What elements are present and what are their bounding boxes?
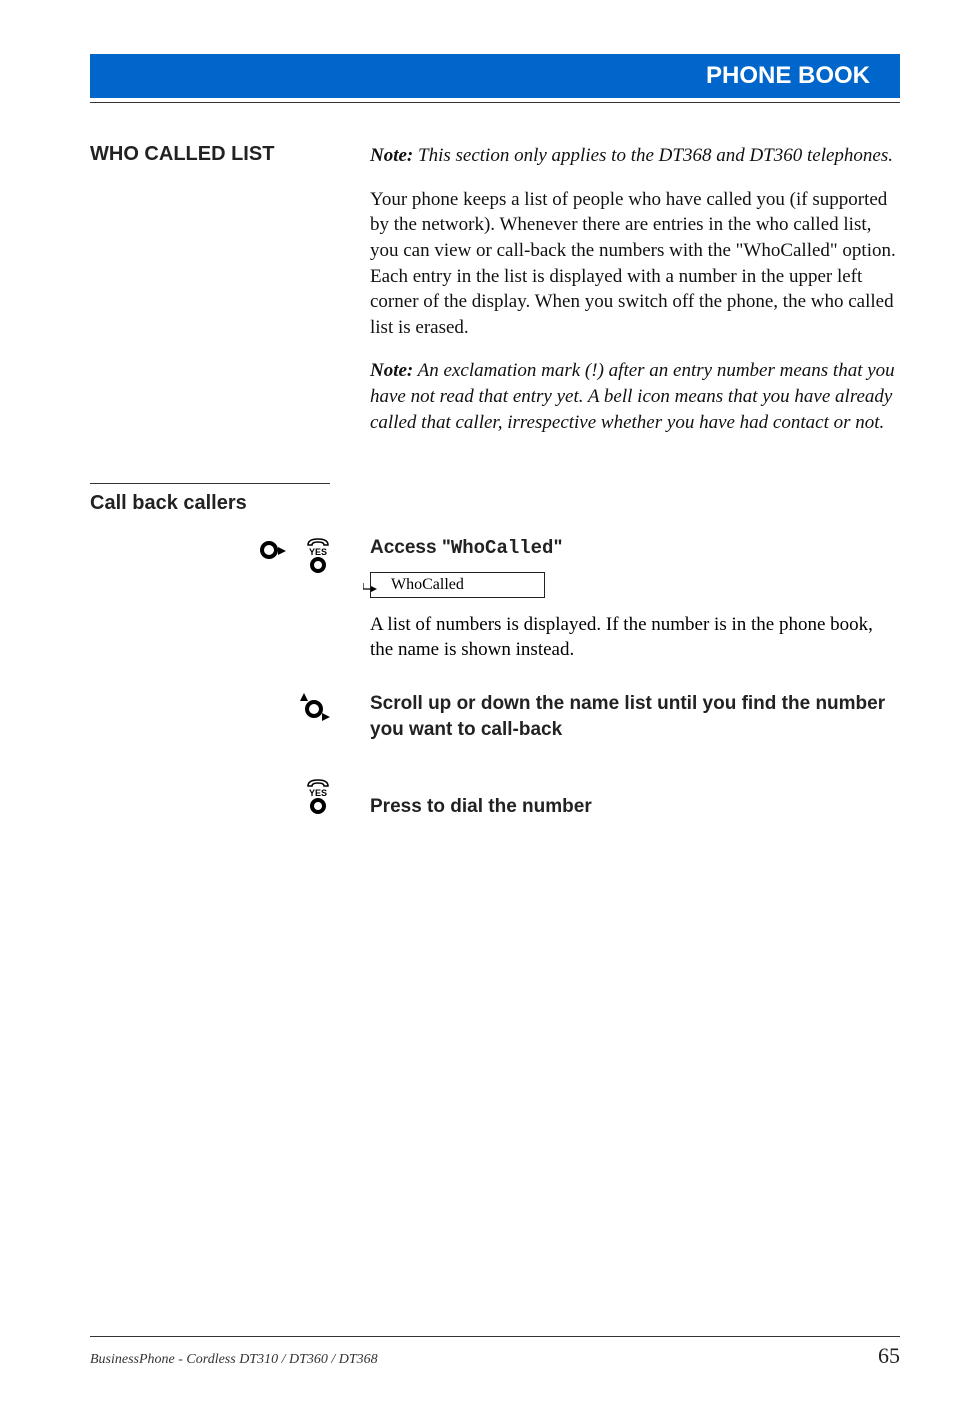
subsection-divider bbox=[90, 483, 330, 484]
yes-button-icon-2: YES bbox=[306, 778, 330, 814]
step-1-suffix: " bbox=[553, 537, 562, 558]
step-1-prefix: Access " bbox=[370, 537, 451, 558]
note-2-text: An exclamation mark (!) after an entry n… bbox=[370, 360, 895, 432]
yes-text-label: YES bbox=[309, 547, 327, 557]
note-2-label: Note: bbox=[370, 360, 413, 381]
page-footer: BusinessPhone - Cordless DT310 / DT360 /… bbox=[90, 1336, 900, 1369]
step-3-icons: YES bbox=[90, 776, 330, 814]
step-1-content: Access "WhoCalled" WhoCalled A list of n… bbox=[370, 535, 900, 663]
step-1-icons: YES bbox=[90, 535, 330, 573]
note-1-label: Note: bbox=[370, 145, 413, 166]
subheading-call-back: Call back callers bbox=[90, 492, 900, 515]
note-1-text: This section only applies to the DT368 a… bbox=[413, 145, 893, 166]
yes-circle-2 bbox=[310, 798, 326, 814]
step-1-mono: WhoCalled bbox=[451, 537, 554, 559]
handset-icon bbox=[306, 537, 330, 547]
step-2-row: Scroll up or down the name list until yo… bbox=[90, 691, 900, 748]
yes-circle bbox=[310, 557, 326, 573]
section-header: PHONE BOOK bbox=[90, 54, 900, 98]
step-3-row: YES Press to dial the number bbox=[90, 776, 900, 826]
who-called-section: WHO CALLED LIST Note: This section only … bbox=[90, 143, 900, 453]
content-area: WHO CALLED LIST Note: This section only … bbox=[90, 143, 900, 854]
step-1-body: A list of numbers is displayed. If the n… bbox=[370, 612, 900, 663]
handset-icon-2 bbox=[306, 778, 330, 788]
step-2-icons bbox=[90, 691, 330, 721]
phone-display-box: WhoCalled bbox=[370, 572, 545, 598]
note-2: Note: An exclamation mark (!) after an e… bbox=[370, 358, 900, 435]
yes-button-icon: YES bbox=[306, 537, 330, 573]
joystick-updown-icon bbox=[298, 693, 330, 721]
display-arrow-icon bbox=[363, 583, 377, 593]
footer-page-number: 65 bbox=[878, 1343, 900, 1369]
step-3-content: Press to dial the number bbox=[370, 776, 900, 826]
step-2-heading: Scroll up or down the name list until yo… bbox=[370, 691, 900, 742]
footer-product-name: BusinessPhone - Cordless DT310 / DT360 /… bbox=[90, 1352, 378, 1368]
joystick-right-icon bbox=[258, 537, 286, 561]
step-1-heading: Access "WhoCalled" bbox=[370, 535, 900, 562]
step-2-content: Scroll up or down the name list until yo… bbox=[370, 691, 900, 748]
yes-text-label-2: YES bbox=[309, 788, 327, 798]
header-underline bbox=[90, 102, 900, 103]
paragraph-1: Your phone keeps a list of people who ha… bbox=[370, 187, 900, 341]
note-1: Note: This section only applies to the D… bbox=[370, 143, 900, 169]
display-text: WhoCalled bbox=[391, 576, 464, 593]
step-1-row: YES Access "WhoCalled" WhoCalled A list … bbox=[90, 535, 900, 663]
section-heading: WHO CALLED LIST bbox=[90, 143, 330, 166]
section-header-text: PHONE BOOK bbox=[706, 62, 870, 89]
step-3-heading: Press to dial the number bbox=[370, 794, 900, 820]
section-body: Note: This section only applies to the D… bbox=[370, 143, 900, 453]
